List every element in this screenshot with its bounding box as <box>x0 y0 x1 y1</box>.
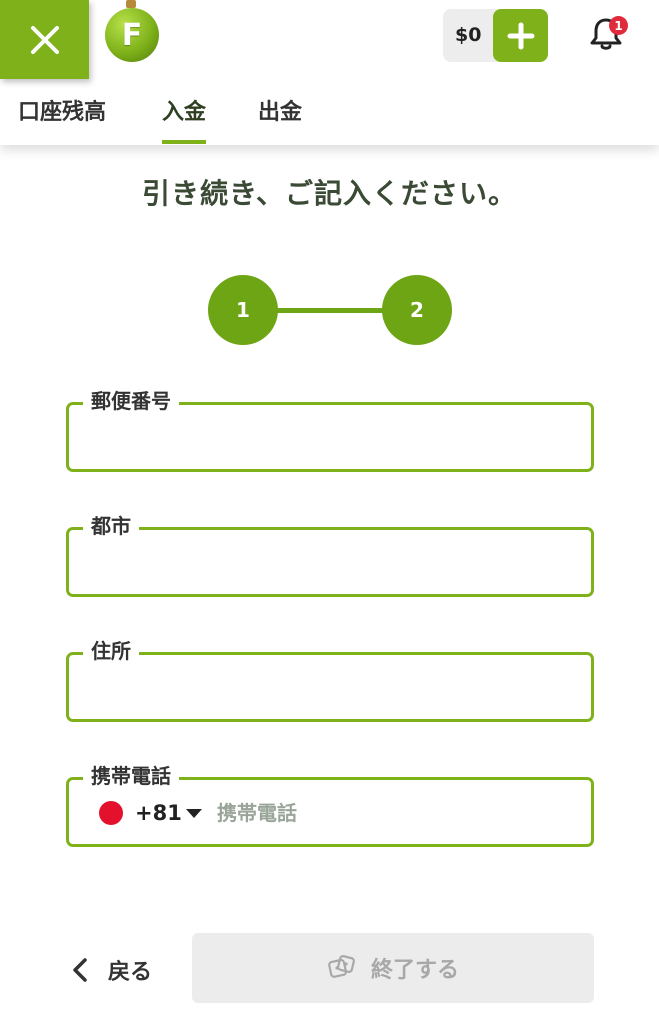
tab-label: 出金 <box>258 100 303 125</box>
tab-balance[interactable]: 口座残高 <box>18 90 106 144</box>
postal-code-label: 郵便番号 <box>83 387 179 415</box>
address-input[interactable] <box>87 669 577 707</box>
brand-logo[interactable]: F <box>105 8 159 62</box>
finish-button[interactable]: 終了する <box>192 933 594 1003</box>
add-funds-button[interactable] <box>493 9 548 62</box>
caret-down-icon <box>185 808 202 818</box>
wallet-tabs: 口座残高 入金 出金 <box>0 90 659 144</box>
city-input[interactable] <box>87 544 577 582</box>
back-button[interactable]: 戻る <box>70 948 152 992</box>
logo-letter: F <box>121 17 143 53</box>
step-connector <box>268 308 392 313</box>
country-code: +81 <box>135 801 182 825</box>
back-label: 戻る <box>108 960 153 985</box>
japan-flag-icon <box>99 801 123 825</box>
mobile-phone-input[interactable] <box>217 794 547 832</box>
postal-code-field: 郵便番号 <box>66 387 594 472</box>
city-field: 都市 <box>66 512 594 597</box>
balance-amount: $0 <box>455 24 482 46</box>
address-label: 住所 <box>83 637 139 665</box>
mobile-phone-field: 携帯電話 +81 <box>66 762 594 847</box>
tab-label: 口座残高 <box>18 100 107 125</box>
tab-withdraw[interactable]: 出金 <box>258 90 302 144</box>
plus-icon <box>507 22 534 49</box>
notification-badge: 1 <box>609 16 628 35</box>
step-2: 2 <box>382 275 452 345</box>
address-field: 住所 <box>66 637 594 722</box>
tab-label: 入金 <box>162 100 207 125</box>
close-icon <box>30 25 59 54</box>
notifications-button[interactable]: 1 <box>589 16 629 56</box>
close-button[interactable] <box>0 0 89 79</box>
step-1: 1 <box>208 275 278 345</box>
balance-widget: $0 <box>443 9 548 62</box>
top-header: F $0 1 口座残高 入金 出金 <box>0 0 659 145</box>
finish-label: 終了する <box>370 958 459 983</box>
postal-code-input[interactable] <box>87 419 577 457</box>
dice-icon <box>328 955 355 978</box>
logo-tab <box>126 0 136 8</box>
tab-deposit[interactable]: 入金 <box>162 90 207 144</box>
page-heading: 引き続き、ご記入ください。 <box>141 177 518 210</box>
mobile-phone-label: 携帯電話 <box>83 762 179 790</box>
country-code-selector[interactable]: +81 <box>99 794 202 832</box>
city-label: 都市 <box>83 512 139 540</box>
progress-stepper: 1 2 <box>208 275 452 345</box>
chevron-left-icon <box>73 958 87 982</box>
active-tab-indicator <box>162 140 207 144</box>
